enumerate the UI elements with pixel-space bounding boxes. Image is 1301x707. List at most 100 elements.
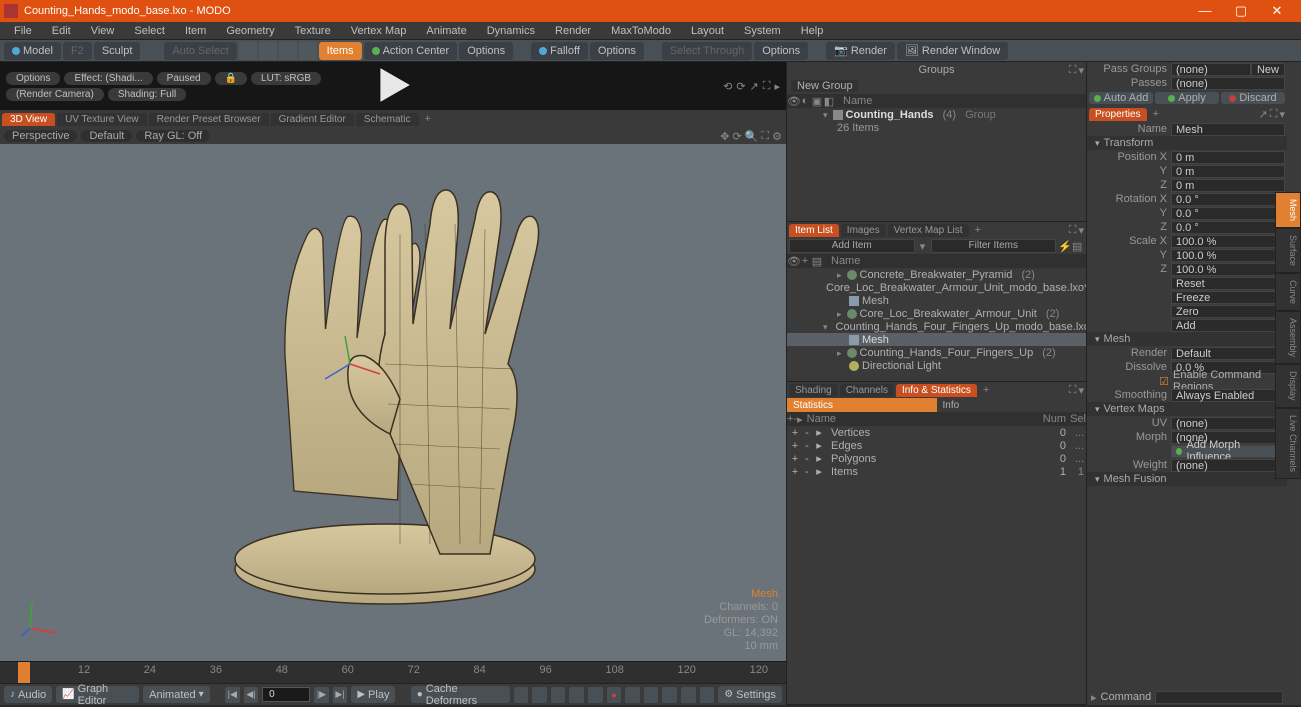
passes-dropdown[interactable]: (none) [1171,77,1285,90]
timeline-cursor[interactable] [18,662,30,683]
preview-lut[interactable]: LUT: sRGB [251,72,321,85]
step-fwd-icon[interactable]: |▶ [314,687,329,703]
stat-row[interactable]: +-▸Vertices0... [787,426,1086,439]
pv-icon-4[interactable]: ⛶ [763,80,771,93]
rot-z-input[interactable]: 0.0 ° [1171,221,1285,234]
vp-icon-move[interactable]: ✥ [720,130,729,143]
scl-y-input[interactable]: 100.0 % [1171,249,1285,262]
options2-button[interactable]: Options [590,42,644,60]
pb-icon-4[interactable] [569,687,584,703]
add-item-dropdown-icon[interactable]: ▾ [917,240,929,253]
scl-x-input[interactable]: 100.0 % [1171,235,1285,248]
tab-uvview[interactable]: UV Texture View [57,113,147,126]
passgroups-dropdown[interactable]: (none) [1171,63,1251,76]
goto-end-icon[interactable]: ▶| [333,687,348,703]
add-morph-button[interactable]: Add Morph Influence [1171,445,1285,458]
options1-button[interactable]: Options [459,42,513,60]
model-button[interactable]: Model [4,42,61,60]
menu-edit[interactable]: Edit [44,23,79,39]
pb-icon-2[interactable] [532,687,547,703]
cmd-expand-icon[interactable]: ▸ [1091,691,1097,704]
preview-effect[interactable]: Effect: (Shadi... [64,72,152,85]
zero-dropdown[interactable]: Zero [1171,305,1285,318]
play-button[interactable]: ▶ Play [351,686,395,703]
menu-vertexmap[interactable]: Vertex Map [343,23,415,39]
item-row-selected[interactable]: Mesh [787,333,1086,346]
select-through-button[interactable]: Select Through [662,42,752,60]
preview-camera[interactable]: (Render Camera) [6,88,104,101]
tab-gradient[interactable]: Gradient Editor [271,113,354,126]
tab-schematic[interactable]: Schematic [356,113,419,126]
rot-x-input[interactable]: 0.0 ° [1171,193,1285,206]
timeline[interactable]: 0 12 24 36 48 60 72 84 96 108 120 120 [0,661,786,683]
item-row[interactable]: Directional Light [787,359,1086,372]
step-back-icon[interactable]: ◀| [244,687,259,703]
discard-button[interactable]: Discard [1221,92,1285,104]
vp-raygl[interactable]: Ray GL: Off [136,130,210,142]
il-max-icon[interactable]: ⛶ [1069,224,1077,237]
stat-row[interactable]: +-▸Items11 [787,465,1086,478]
add-prop-tab[interactable]: + [1149,108,1163,120]
menu-maxtomodo[interactable]: MaxToModo [603,23,679,39]
item-row[interactable]: Core_Loc_Breakwater_Armour_Unit_modo_bas… [787,281,1086,294]
item-row[interactable]: Mesh [787,294,1086,307]
item-row[interactable]: Counting_Hands_Four_Fingers_Up_modo_base… [787,320,1086,333]
new-button[interactable]: New [1251,63,1285,76]
tab-channels[interactable]: Channels [840,384,894,397]
tab-3dview[interactable]: 3D View [2,113,55,126]
frame-input[interactable] [262,687,310,702]
auto-add-button[interactable]: Auto Add [1089,92,1153,104]
vp-perspective[interactable]: Perspective [4,130,77,142]
items-button[interactable]: Items [319,42,362,60]
menu-item[interactable]: Item [177,23,214,39]
vp-default[interactable]: Default [81,130,132,142]
statistics-subtab[interactable]: Statistics [787,398,937,412]
cache-deformers-button[interactable]: ● Cache Deformers [411,686,510,703]
goto-start-icon[interactable]: |◀ [225,687,240,703]
pb-icon-9[interactable] [681,687,696,703]
falloff-button[interactable]: Falloff [531,42,588,60]
maximize-button[interactable]: ▢ [1227,3,1255,19]
add-view-tab[interactable]: + [421,113,435,125]
vis-col-icon-2[interactable]: 👁 [787,255,799,268]
minimize-button[interactable]: — [1191,3,1219,19]
menu-file[interactable]: File [6,23,40,39]
apply-button[interactable]: Apply [1155,92,1219,104]
vis-col-icon[interactable]: 👁 [787,95,799,108]
freeze-dropdown[interactable]: Freeze [1171,291,1285,304]
auto-select-button[interactable]: Auto Select [164,42,236,60]
sculpt-button[interactable]: Sculpt [94,42,141,60]
menu-animate[interactable]: Animate [418,23,474,39]
menu-render[interactable]: Render [547,23,599,39]
item-row[interactable]: Concrete_Breakwater_Pyramid (2) [787,268,1086,281]
name-input[interactable]: Mesh [1171,123,1285,136]
stats-max-icon[interactable]: ⛶ [1069,384,1077,397]
pb-icon-6[interactable] [625,687,640,703]
sel-icon-3[interactable] [279,42,297,60]
prop-icon-1[interactable]: ↗ [1259,108,1268,121]
il-menu-icon[interactable]: ▾ [1078,224,1084,237]
pb-icon-5[interactable] [588,687,603,703]
render-dropdown[interactable]: Default [1171,347,1285,360]
render-button[interactable]: 📷 Render [826,42,895,60]
options3-button[interactable]: Options [754,42,808,60]
menu-select[interactable]: Select [126,23,173,39]
add-item-input[interactable]: Add Item [789,239,915,253]
add-dropdown[interactable]: Add [1171,319,1285,332]
side-tab-assembly[interactable]: Assembly [1275,311,1301,364]
audio-button[interactable]: ♪ Audio [4,686,52,703]
pv-icon-2[interactable]: ⟳ [736,80,745,93]
smoothing-dropdown[interactable]: Always Enabled [1171,389,1285,402]
pos-y-input[interactable]: 0 m [1171,165,1285,178]
pv-icon-3[interactable]: ↗ [750,80,759,93]
prop-icon-3[interactable]: ▾ [1279,108,1285,121]
pos-z-input[interactable]: 0 m [1171,179,1285,192]
pb-icon-10[interactable] [700,687,715,703]
weight-dropdown[interactable]: (none) [1171,459,1285,472]
rot-y-input[interactable]: 0.0 ° [1171,207,1285,220]
pv-icon-1[interactable]: ⟲ [723,80,732,93]
check-icon[interactable]: ☑ [1159,375,1169,388]
record-icon[interactable]: ● [607,687,622,703]
side-tab-display[interactable]: Display [1275,364,1301,408]
item-row[interactable]: Core_Loc_Breakwater_Armour_Unit (2) [787,307,1086,320]
